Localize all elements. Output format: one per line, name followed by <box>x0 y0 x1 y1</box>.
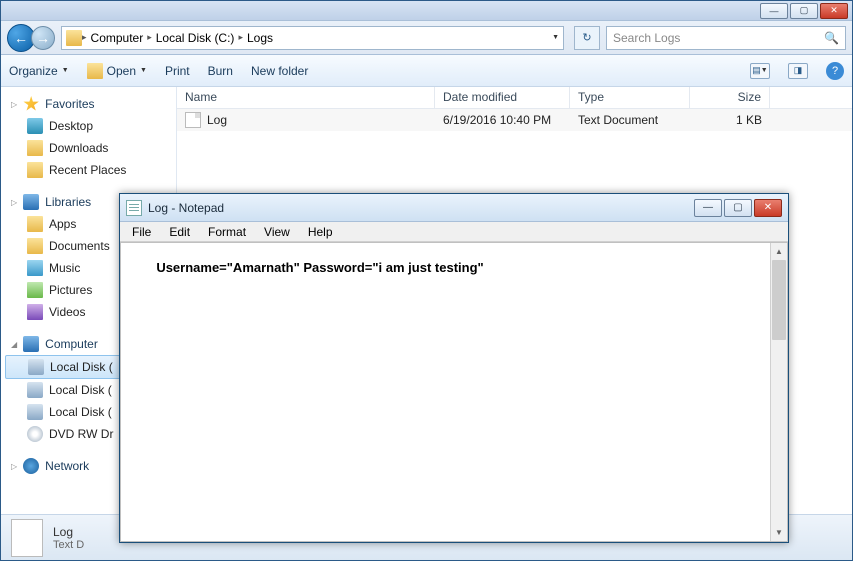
sidebar-desktop[interactable]: Desktop <box>1 115 176 137</box>
text-file-icon <box>11 519 43 557</box>
text-file-icon <box>185 112 201 128</box>
refresh-button[interactable]: ↻ <box>574 26 600 50</box>
file-name: Log <box>207 113 227 127</box>
downloads-icon <box>27 140 43 156</box>
folder-icon <box>27 162 43 178</box>
notepad-icon <box>126 200 142 216</box>
menu-help[interactable]: Help <box>300 224 341 240</box>
drive-icon <box>28 359 44 375</box>
minimize-button[interactable]: — <box>760 3 788 19</box>
open-button[interactable]: Open ▼ <box>87 63 147 79</box>
star-icon <box>23 96 39 112</box>
chevron-down-icon[interactable]: ▼ <box>552 34 559 41</box>
folder-icon <box>27 216 43 232</box>
address-row: ← → ▸ Computer ▸ Local Disk (C:) ▸ Logs … <box>1 21 852 55</box>
minimize-button[interactable]: — <box>694 199 722 217</box>
search-placeholder: Search Logs <box>613 31 680 45</box>
scroll-thumb[interactable] <box>772 260 786 340</box>
menu-edit[interactable]: Edit <box>161 224 198 240</box>
folder-icon <box>66 30 82 46</box>
sidebar-recent[interactable]: Recent Places <box>1 159 176 181</box>
notepad-text: Username="Amarnath" Password="i am just … <box>156 260 483 275</box>
column-headers: Name Date modified Type Size <box>177 87 852 109</box>
notepad-titlebar[interactable]: Log - Notepad — ▢ ✕ <box>120 194 788 222</box>
dvd-icon <box>27 426 43 442</box>
menu-file[interactable]: File <box>124 224 159 240</box>
col-size[interactable]: Size <box>690 87 770 108</box>
file-date: 6/19/2016 10:40 PM <box>435 113 570 127</box>
print-button[interactable]: Print <box>165 64 190 78</box>
view-button[interactable]: ▤ ▼ <box>750 63 770 79</box>
breadcrumb-computer[interactable]: Computer <box>87 31 148 45</box>
toolbar: Organize ▼ Open ▼ Print Burn New folder … <box>1 55 852 87</box>
open-icon <box>87 63 103 79</box>
sidebar-downloads[interactable]: Downloads <box>1 137 176 159</box>
maximize-button[interactable]: ▢ <box>724 199 752 217</box>
drive-icon <box>27 382 43 398</box>
breadcrumb-drive[interactable]: Local Disk (C:) <box>152 31 239 45</box>
drive-icon <box>27 404 43 420</box>
breadcrumb-folder[interactable]: Logs <box>243 31 277 45</box>
new-folder-button[interactable]: New folder <box>251 64 308 78</box>
computer-icon <box>23 336 39 352</box>
file-size: 1 KB <box>690 113 770 127</box>
scrollbar-vertical[interactable]: ▲ ▼ <box>770 243 787 541</box>
sidebar-favorites[interactable]: ▷Favorites <box>1 93 176 115</box>
videos-icon <box>27 304 43 320</box>
libraries-icon <box>23 194 39 210</box>
file-row[interactable]: Log 6/19/2016 10:40 PM Text Document 1 K… <box>177 109 852 131</box>
address-bar[interactable]: ▸ Computer ▸ Local Disk (C:) ▸ Logs ▼ <box>61 26 564 50</box>
folder-icon <box>27 238 43 254</box>
preview-pane-button[interactable]: ◨ <box>788 63 808 79</box>
search-input[interactable]: Search Logs 🔍 <box>606 26 846 50</box>
menu-view[interactable]: View <box>256 224 298 240</box>
forward-button[interactable]: → <box>31 26 55 50</box>
scroll-down-icon[interactable]: ▼ <box>771 524 787 541</box>
details-type: Text D <box>53 539 84 551</box>
organize-button[interactable]: Organize ▼ <box>9 64 69 78</box>
close-button[interactable]: ✕ <box>754 199 782 217</box>
notepad-title: Log - Notepad <box>148 201 694 215</box>
help-button[interactable]: ? <box>826 62 844 80</box>
close-button[interactable]: ✕ <box>820 3 848 19</box>
network-icon <box>23 458 39 474</box>
desktop-icon <box>27 118 43 134</box>
explorer-titlebar[interactable]: — ▢ ✕ <box>1 1 852 21</box>
notepad-menubar: File Edit Format View Help <box>120 222 788 242</box>
search-icon: 🔍 <box>824 31 839 45</box>
pictures-icon <box>27 282 43 298</box>
details-name: Log <box>53 525 84 539</box>
col-name[interactable]: Name <box>177 87 435 108</box>
scroll-up-icon[interactable]: ▲ <box>771 243 787 260</box>
notepad-window: Log - Notepad — ▢ ✕ File Edit Format Vie… <box>119 193 789 543</box>
maximize-button[interactable]: ▢ <box>790 3 818 19</box>
col-date[interactable]: Date modified <box>435 87 570 108</box>
burn-button[interactable]: Burn <box>208 64 233 78</box>
notepad-content[interactable]: Username="Amarnath" Password="i am just … <box>120 242 788 542</box>
music-icon <box>27 260 43 276</box>
col-type[interactable]: Type <box>570 87 690 108</box>
file-type: Text Document <box>570 113 690 127</box>
menu-format[interactable]: Format <box>200 224 254 240</box>
